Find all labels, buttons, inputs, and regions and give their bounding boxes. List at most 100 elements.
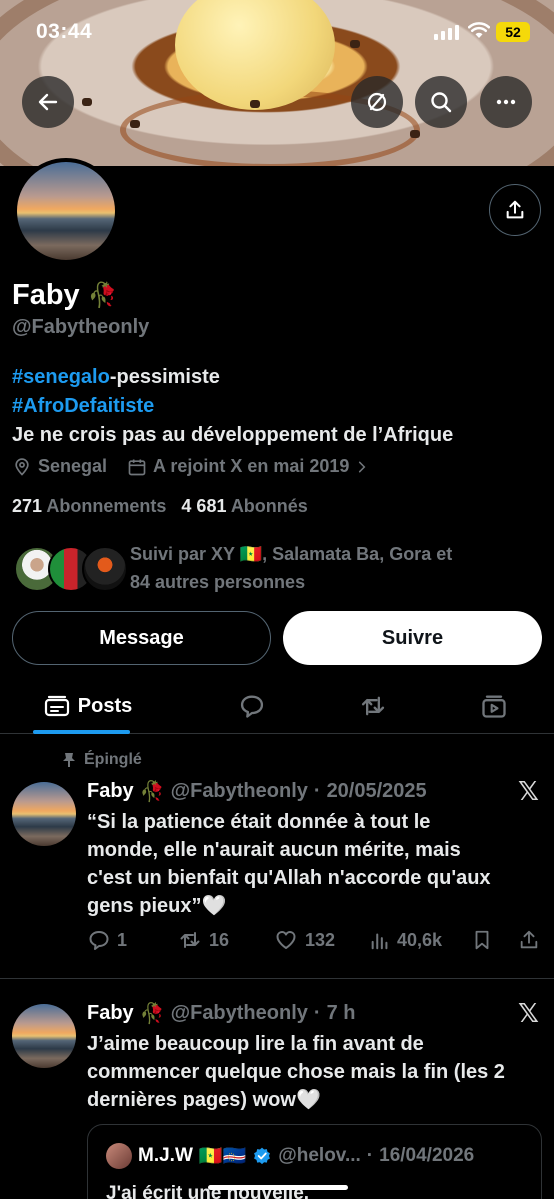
followers-link[interactable]: 4 681 Abonnés (181, 496, 307, 516)
wifi-icon (468, 22, 490, 38)
views-button[interactable]: 40,6k (369, 928, 442, 952)
slash-circle-icon (367, 92, 387, 112)
post-avatar[interactable] (12, 782, 76, 846)
profile-name: Faby 🥀 (12, 279, 118, 312)
hashtag-link[interactable]: #senegalo (12, 366, 110, 388)
post-text-line: “Si la patience était donnée à tout le (87, 811, 431, 833)
profile-tabs: Posts (0, 678, 554, 734)
bookmark-button[interactable] (471, 928, 493, 952)
joined-date-link[interactable]: A rejoint X en mai 2019 (153, 456, 349, 477)
post-text-line: dernières pages) wow🤍 (87, 1089, 321, 1111)
bio-text: Je ne crois pas au développement de l’Af… (12, 424, 454, 446)
quoted-author-handle: @helov... (278, 1145, 361, 1166)
quoted-post-date: 16/04/2026 (379, 1145, 475, 1166)
bio-text: -pessimiste (109, 366, 220, 388)
post-text-line: commencer quelque chose mais la fin (les… (87, 1061, 505, 1083)
calendar-icon (128, 459, 146, 475)
flags-emoji: 🇸🇳🇨🇻 (198, 1146, 247, 1167)
post-text[interactable]: J’aime beaucoup lire la fin avant de com… (87, 1030, 543, 1114)
profile-meta: Senegal A rejoint X en mai 2019 (12, 456, 369, 477)
tab-reposts[interactable] (345, 678, 401, 734)
banner-crumb (82, 98, 92, 106)
wilted-rose-emoji: 🥀 (139, 1003, 165, 1025)
post-author-handle[interactable]: @Fabytheonly (171, 780, 308, 803)
battery-indicator: 52 (496, 22, 530, 42)
post-separator: · (313, 1002, 321, 1024)
follow-button[interactable]: Suivre (283, 611, 542, 665)
heart-icon (276, 931, 296, 949)
repost-icon (180, 932, 200, 948)
more-horizontal-icon (496, 99, 516, 105)
post-text-line: gens pieux”🤍 (87, 895, 227, 917)
more-button[interactable] (480, 76, 532, 128)
hashtag-link[interactable]: #AfroDefaitiste (12, 395, 154, 417)
banner-crumb (250, 100, 260, 108)
status-time: 03:44 (36, 20, 93, 43)
post-text[interactable]: “Si la patience était donnée à tout le m… (87, 808, 543, 920)
followed-by-text: Suivi par XY 🇸🇳, Salamata Ba, Gora et 84… (130, 540, 452, 596)
post-header: Faby 🥀 @Fabytheonly · 20/05/2025 (87, 779, 427, 804)
reply-count: 1 (117, 929, 128, 950)
followed-by-line: 84 autres personnes (130, 572, 306, 592)
share-icon (520, 930, 538, 949)
arrow-left-icon (38, 93, 58, 111)
share-button[interactable] (489, 184, 541, 236)
quoted-post-header: M.J.W 🇸🇳🇨🇻 @helov... · 16/04/2026 (106, 1143, 474, 1169)
location-icon (15, 457, 29, 476)
views-chart-icon (371, 933, 388, 950)
message-button[interactable]: Message (12, 611, 271, 665)
post-avatar[interactable] (12, 1004, 76, 1068)
x-logo-icon: 𝕏 (518, 999, 539, 1029)
pin-icon (63, 753, 75, 767)
tab-replies[interactable] (224, 678, 280, 734)
followed-by-section[interactable]: Suivi par XY 🇸🇳, Salamata Ba, Gora et 84… (12, 540, 532, 600)
like-count: 132 (305, 929, 336, 950)
post-author-name[interactable]: Faby (87, 1002, 134, 1025)
banner-crumb (410, 130, 420, 138)
post-actions: 1 16 132 40,6k (87, 928, 542, 954)
post-author-handle[interactable]: @Fabytheonly (171, 1002, 308, 1025)
post-header: Faby 🥀 @Fabytheonly · 7 h (87, 1001, 355, 1026)
tab-posts-label: Posts (77, 694, 133, 717)
post-date[interactable]: 20/05/2025 (327, 780, 427, 803)
reply-button[interactable]: 1 (87, 928, 127, 952)
post-text-line: monde, elle n'aurait aucun mérite, mais (87, 839, 461, 861)
signal-icon (434, 24, 459, 40)
home-indicator (208, 1185, 348, 1190)
share-icon (506, 200, 524, 219)
post-text-line: c'est un bienfait qu'Allah n'accorde qu'… (87, 867, 491, 889)
repost-button[interactable]: 16 (177, 928, 229, 952)
verified-badge-icon (254, 1147, 271, 1165)
repost-icon (361, 696, 385, 716)
followers-label: Abonnés (230, 496, 308, 516)
pinned-text: Épinglé (84, 751, 142, 768)
followed-by-line: Suivi par XY 🇸🇳, Salamata Ba, Gora et (130, 544, 453, 564)
posts-tab-icon (44, 695, 69, 717)
share-post-button[interactable] (518, 928, 540, 952)
reply-icon (89, 931, 109, 950)
pinned-label: Épinglé (62, 751, 142, 769)
location-text: Senegal (38, 456, 108, 476)
like-button[interactable]: 132 (273, 928, 335, 952)
grok-button[interactable] (351, 76, 403, 128)
quoted-author-avatar (106, 1143, 132, 1169)
tab-media[interactable] (466, 678, 522, 734)
following-link[interactable]: 271 Abonnements (12, 496, 166, 516)
post-separator: · (366, 1145, 374, 1166)
wilted-rose-emoji: 🥀 (139, 781, 165, 803)
back-button[interactable] (22, 76, 74, 128)
follow-stats: 271 Abonnements 4 681 Abonnés (12, 496, 308, 517)
active-tab-indicator (33, 730, 130, 734)
post-date[interactable]: 7 h (327, 1002, 356, 1025)
search-button[interactable] (415, 76, 467, 128)
x-logo-icon: 𝕏 (518, 777, 539, 807)
post-author-name[interactable]: Faby (87, 780, 134, 803)
profile-name-text: Faby (12, 279, 80, 311)
following-count: 271 (12, 496, 43, 516)
status-bar: 03:44 52 (0, 0, 554, 60)
wilted-rose-emoji: 🥀 (87, 282, 118, 309)
tab-posts[interactable]: Posts (33, 678, 143, 734)
profile-avatar[interactable] (13, 158, 119, 264)
view-count: 40,6k (397, 929, 443, 950)
chevron-right-icon (359, 461, 366, 472)
